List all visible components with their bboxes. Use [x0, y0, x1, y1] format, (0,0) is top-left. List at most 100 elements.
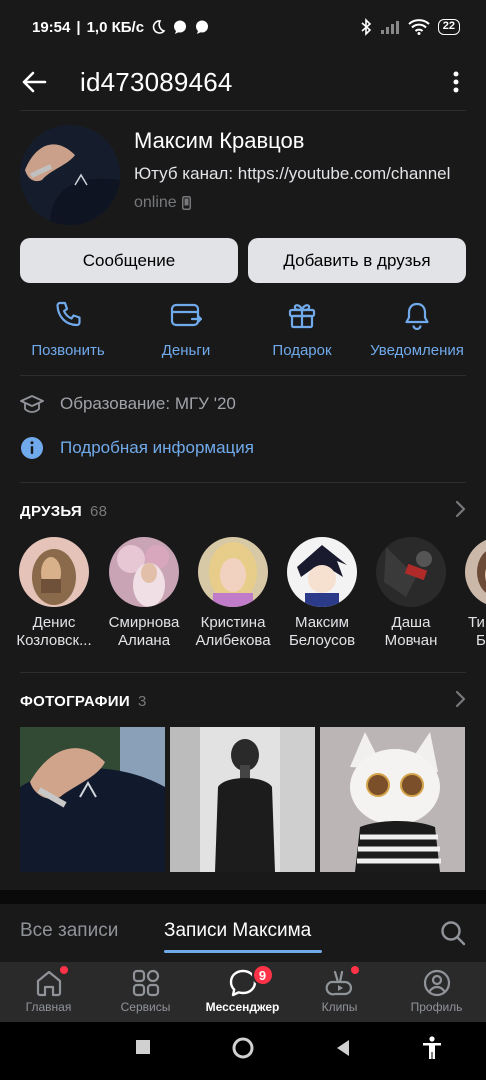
nav-profile-label: Профиль	[410, 1000, 463, 1014]
notification-dot	[350, 966, 359, 974]
bell-icon	[400, 298, 434, 332]
status-separator: |	[76, 18, 81, 36]
nav-home-label: Главная	[25, 1000, 72, 1014]
notification-dot	[59, 966, 68, 974]
friend-avatar	[19, 537, 89, 607]
chevron-right-icon	[454, 690, 466, 712]
system-navigation-bar	[0, 1022, 486, 1080]
section-separator	[0, 890, 486, 904]
friend-item[interactable]: Даша Мовчан	[365, 537, 457, 650]
active-tab-indicator	[164, 950, 322, 953]
online-text: online	[134, 194, 177, 211]
nav-clips[interactable]: Клипы	[291, 966, 388, 1014]
info-divider	[20, 482, 466, 483]
education-text: Образование: МГУ '20	[60, 394, 236, 413]
gift-icon	[285, 298, 319, 332]
profile-name: Максим Кравцов	[134, 128, 305, 153]
photos-count: 3	[137, 692, 147, 710]
call-action[interactable]: Позвонить	[20, 298, 116, 359]
info-icon	[20, 436, 44, 460]
friend-avatar	[465, 537, 486, 607]
friend-last-name: Козловск...	[16, 632, 92, 649]
status-speed: 1,0 КБ/с	[86, 18, 145, 36]
friend-item[interactable]: Максим Белоусов	[276, 537, 368, 650]
friend-item[interactable]: Смирнова Алиана	[98, 537, 190, 650]
back-button-icon[interactable]	[335, 1039, 351, 1062]
friend-item[interactable]: Ти Б	[454, 537, 486, 650]
home-icon	[32, 966, 68, 1000]
chat-notif-icon-2	[196, 20, 209, 34]
recent-apps-icon[interactable]	[135, 1039, 151, 1060]
friend-first-name: Ти	[468, 614, 485, 631]
profile-status[interactable]: Ютуб канал: https://youtube.com/channel	[134, 164, 464, 184]
search-icon[interactable]	[440, 920, 466, 951]
mobile-icon	[181, 196, 191, 210]
chevron-right-icon	[454, 500, 466, 522]
friend-first-name: Даша	[391, 614, 431, 631]
friend-item[interactable]: Денис Козловск...	[8, 537, 100, 650]
friend-avatar	[109, 537, 179, 607]
money-label: Деньги	[161, 342, 211, 359]
nav-clips-label: Клипы	[321, 1000, 358, 1014]
photo-thumbnail[interactable]	[320, 727, 465, 872]
home-button-icon[interactable]	[232, 1037, 254, 1064]
nav-profile[interactable]: Профиль	[388, 966, 485, 1014]
nav-services[interactable]: Сервисы	[97, 966, 194, 1014]
friend-last-name: Алиана	[117, 632, 171, 649]
wall-tabs: Все записи Записи Максима	[0, 904, 486, 962]
friend-last-name: Мовчан	[384, 632, 438, 649]
tab-own-posts[interactable]: Записи Максима	[164, 920, 311, 942]
status-time: 19:54	[32, 18, 71, 36]
accessibility-icon[interactable]	[422, 1036, 442, 1065]
profile-icon	[420, 966, 454, 1000]
gift-action[interactable]: Подарок	[254, 298, 350, 359]
education-row: Образование: МГУ '20	[20, 392, 236, 416]
signal-icon	[380, 21, 399, 34]
photos-header[interactable]: ФОТОГРАФИИ 3	[20, 690, 466, 712]
friend-first-name: Денис	[32, 614, 76, 631]
bottom-navigation: Главная Сервисы 9 Мессенджер Клипы Профи…	[0, 962, 486, 1022]
nav-messenger[interactable]: 9 Мессенджер	[194, 964, 291, 1014]
messenger-badge: 9	[251, 964, 274, 986]
money-action[interactable]: Деньги	[138, 298, 234, 359]
friend-last-name: Белоусов	[288, 632, 356, 649]
friends-header[interactable]: ДРУЗЬЯ 68	[20, 500, 466, 522]
friend-last-name: Алибекова	[195, 632, 271, 649]
moon-icon	[152, 20, 166, 34]
message-button[interactable]: Сообщение	[20, 238, 238, 283]
photos-title: ФОТОГРАФИИ	[20, 692, 130, 710]
nav-services-label: Сервисы	[120, 1000, 171, 1014]
notifications-label: Уведомления	[370, 342, 464, 359]
nav-messenger-label: Мессенджер	[205, 1000, 280, 1014]
wifi-icon	[408, 19, 430, 35]
services-icon	[129, 966, 163, 1000]
tab-all-posts[interactable]: Все записи	[20, 920, 118, 942]
photo-thumbnail[interactable]	[170, 727, 315, 872]
friend-item[interactable]: Кристина Алибекова	[187, 537, 279, 650]
friend-last-name: Б	[476, 632, 486, 649]
friend-avatar	[287, 537, 357, 607]
back-arrow-icon[interactable]	[6, 54, 62, 110]
phone-icon	[51, 298, 85, 332]
nav-home[interactable]: Главная	[0, 966, 97, 1014]
details-row[interactable]: Подробная информация	[20, 436, 254, 460]
friend-first-name: Кристина	[200, 614, 266, 631]
friends-divider	[20, 672, 466, 673]
money-icon	[169, 298, 203, 332]
photo-thumbnail[interactable]	[20, 727, 165, 872]
chat-notif-icon	[174, 20, 187, 34]
header: id473089464	[0, 54, 486, 110]
profile-avatar[interactable]	[20, 125, 120, 225]
notifications-action[interactable]: Уведомления	[362, 298, 472, 359]
battery-indicator: 22	[437, 19, 460, 35]
add-friend-button[interactable]: Добавить в друзья	[248, 238, 466, 283]
friends-count: 68	[90, 502, 108, 520]
details-link[interactable]: Подробная информация	[60, 438, 254, 458]
messenger-icon: 9	[226, 964, 274, 1000]
page-title: id473089464	[80, 66, 233, 97]
header-divider	[20, 110, 466, 111]
friend-avatar	[376, 537, 446, 607]
more-vertical-icon[interactable]	[444, 62, 468, 102]
friend-first-name: Смирнова	[108, 614, 180, 631]
friends-title: ДРУЗЬЯ	[20, 502, 83, 520]
